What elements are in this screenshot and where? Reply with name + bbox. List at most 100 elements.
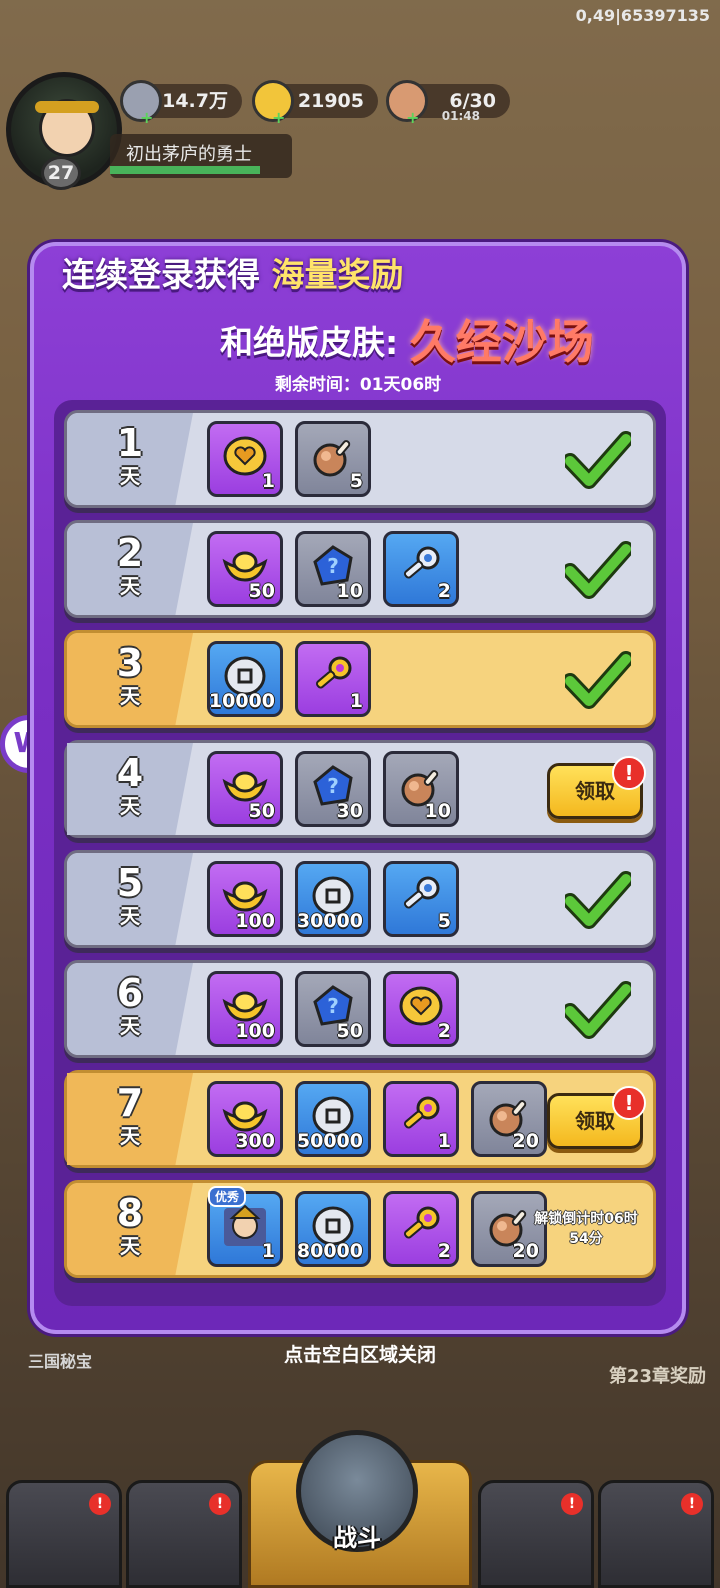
- day-unit: 天: [120, 904, 140, 928]
- reward-quantity: 100: [235, 910, 275, 932]
- reward-item[interactable]: 100: [207, 861, 283, 937]
- reward-item[interactable]: ? 30: [295, 751, 371, 827]
- day-unit: 天: [120, 1234, 140, 1258]
- add-gold-icon[interactable]: +: [272, 110, 285, 126]
- claim-button[interactable]: 领取!: [547, 1086, 646, 1149]
- reward-quantity: 20: [512, 1130, 539, 1152]
- reward-item[interactable]: 20: [471, 1081, 547, 1157]
- reward-item[interactable]: 30000: [295, 861, 371, 937]
- nav-equipment-tab[interactable]: !: [126, 1480, 242, 1588]
- day-label: 8天: [67, 1183, 193, 1275]
- claimed-check-icon: [562, 651, 634, 709]
- player-title: 初出茅庐的勇士: [110, 134, 292, 178]
- day-unit: 天: [120, 1014, 140, 1038]
- notification-badge: !: [209, 1493, 231, 1515]
- reward-item[interactable]: 2: [383, 971, 459, 1047]
- reward-item[interactable]: 1: [383, 1081, 459, 1157]
- day-number: 1: [116, 421, 144, 465]
- reward-item[interactable]: 10: [383, 751, 459, 827]
- close-hint: 点击空白区域关闭: [283, 1344, 436, 1366]
- reward-item[interactable]: 80000: [295, 1191, 371, 1267]
- reward-quantity: 50: [248, 580, 275, 602]
- reward-item[interactable]: 300: [207, 1081, 283, 1157]
- reward-quantity: 10000: [208, 690, 275, 712]
- claimed-check-icon: [562, 871, 634, 929]
- alert-badge-icon: !: [612, 756, 646, 790]
- gold-resource[interactable]: + 21905: [252, 80, 378, 126]
- claimed-check-icon: [562, 541, 634, 599]
- silver-resource[interactable]: + 14.7万: [120, 80, 242, 126]
- day-row-2: 2 天 50 ? 10 2: [64, 520, 656, 618]
- stamina-resource[interactable]: + 6/30 01:48: [386, 80, 510, 126]
- reward-quantity: 5: [437, 910, 451, 932]
- reward-item[interactable]: 100: [207, 971, 283, 1047]
- day-number: 4: [116, 751, 144, 795]
- reward-item[interactable]: 5: [383, 861, 459, 937]
- reward-quantity: 1: [261, 470, 275, 492]
- day-label: 3天: [67, 633, 193, 725]
- day-label: 4天: [67, 743, 193, 835]
- exp-bar: [110, 166, 260, 174]
- add-stamina-icon[interactable]: +: [406, 110, 419, 126]
- day-label: 7天: [67, 1073, 193, 1165]
- claim-label: 领取: [575, 779, 615, 803]
- reward-quantity: 1: [349, 690, 363, 712]
- avatar-headband: [35, 101, 99, 113]
- day-row-3: 3 天 10000 1: [64, 630, 656, 728]
- reward-quantity: 300: [235, 1130, 275, 1152]
- stamina-timer: 01:48: [441, 109, 480, 123]
- login-reward-panel: 连续登录获得 海量奖励 和绝版皮肤: 久经沙场 剩余时间：01天06时 1天15…: [30, 242, 686, 1334]
- reward-item[interactable]: 2: [383, 1191, 459, 1267]
- day-unit: 天: [120, 684, 140, 708]
- day-row-6: 6 天 100? 50 2: [64, 960, 656, 1058]
- day-unit: 天: [120, 574, 140, 598]
- add-silver-icon[interactable]: +: [140, 110, 153, 126]
- heading-highlight: 海量奖励: [271, 255, 404, 294]
- reward-item[interactable]: 50000: [295, 1081, 371, 1157]
- debug-text: 0,49|65397135: [575, 6, 710, 25]
- reward-item[interactable]: ? 50: [295, 971, 371, 1047]
- reward-item[interactable]: 优秀 1: [207, 1186, 283, 1267]
- reward-quantity: 50: [336, 1020, 363, 1042]
- svg-text:?: ?: [327, 774, 339, 798]
- reward-quantity: 1: [261, 1240, 275, 1262]
- reward-quantity: 100: [235, 1020, 275, 1042]
- reward-item[interactable]: 1: [295, 641, 371, 717]
- alert-badge-icon: !: [612, 1086, 646, 1120]
- battle-label[interactable]: 战斗: [296, 1518, 418, 1553]
- claimed-check-icon: [562, 431, 634, 489]
- remaining-time: 剩余时间：01天06时: [274, 375, 442, 395]
- claim-button[interactable]: 领取!: [547, 756, 646, 819]
- day-reward-list: 1 天 1 5 2 天 50? 10 2 3 天 10000 1 4 天 50? 30 10 领取! 5 天 100 300…: [54, 400, 666, 1306]
- reward-quantity: 5: [349, 470, 363, 492]
- reward-item[interactable]: ? 10: [295, 531, 371, 607]
- notification-badge: !: [89, 1493, 111, 1515]
- reward-quantity: 10: [424, 800, 451, 822]
- nav-upgrade-tab[interactable]: !: [598, 1480, 714, 1588]
- panel-heading: 连续登录获得 海量奖励: [62, 248, 404, 296]
- reward-item[interactable]: 50: [207, 751, 283, 827]
- day-row-8: 8 天优秀 1 80000 2 20 解锁倒计时06时54分: [64, 1180, 656, 1278]
- level-badge: 27: [41, 156, 81, 190]
- svg-text:?: ?: [327, 994, 339, 1018]
- reward-quantity: 80000: [296, 1240, 363, 1262]
- reward-item[interactable]: 1: [207, 421, 283, 497]
- claimed-check-icon: [562, 981, 634, 1039]
- day-label: 2天: [67, 523, 193, 615]
- nav-shop-tab[interactable]: !: [6, 1480, 122, 1588]
- reward-item[interactable]: 5: [295, 421, 371, 497]
- reward-item[interactable]: 2: [383, 531, 459, 607]
- reward-quantity: 10: [336, 580, 363, 602]
- day-row-1: 1天15: [64, 410, 656, 508]
- day-number: 7: [116, 1081, 144, 1125]
- day-number: 5: [116, 861, 144, 905]
- reward-quantity: 50000: [296, 1130, 363, 1152]
- day-row-7: 7 天 300 50000 1 20 领取!: [64, 1070, 656, 1168]
- reward-item[interactable]: 50: [207, 531, 283, 607]
- quality-tag: 优秀: [208, 1186, 247, 1207]
- notification-badge: !: [561, 1493, 583, 1515]
- nav-heroes-tab[interactable]: !: [478, 1480, 594, 1588]
- reward-item[interactable]: 10000: [207, 641, 283, 717]
- day-label: 6天: [67, 963, 193, 1055]
- player-title-text: 初出茅庐的勇士: [126, 144, 252, 165]
